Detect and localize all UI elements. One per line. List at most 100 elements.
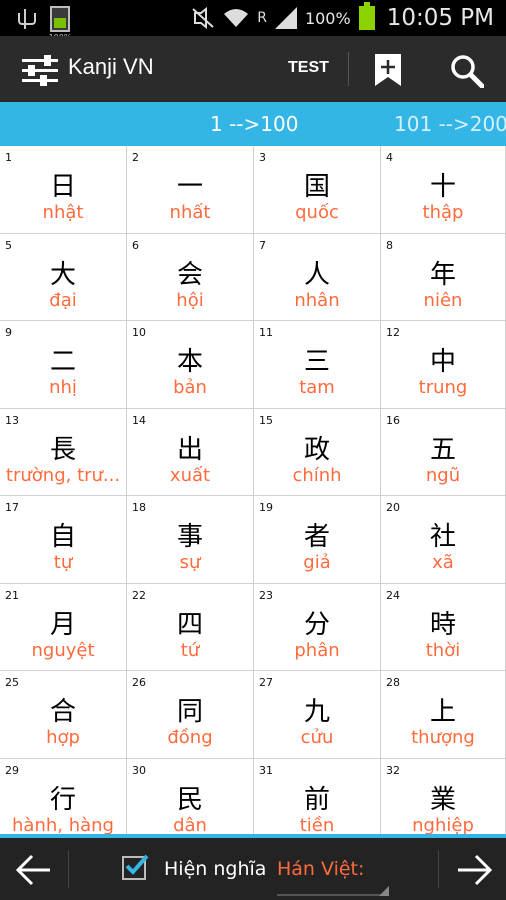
kanji-number: 26 (132, 676, 146, 689)
kanji-number: 9 (5, 326, 12, 339)
kanji-reading: xuất (169, 464, 211, 486)
kanji-character: 行 (49, 784, 76, 815)
kanji-cell[interactable]: 11 三 tam (254, 321, 381, 409)
kanji-reading: chính (292, 464, 342, 486)
kanji-character: 年 (429, 259, 456, 290)
kanji-reading: hội (176, 289, 204, 311)
kanji-character: 上 (429, 697, 456, 727)
kanji-cell[interactable]: 4 十 thập (381, 146, 506, 234)
kanji-character: 合 (49, 697, 76, 727)
kanji-cell[interactable]: 16 五 ngũ (381, 408, 506, 496)
app-title: Kanji VN (68, 54, 154, 79)
tab-1-100[interactable]: 1 -->100 (210, 112, 298, 136)
kanji-cell[interactable]: 15 政 chính (254, 408, 381, 496)
kanji-cell[interactable]: 22 四 tứ (127, 583, 254, 671)
status-bar: 100% R 100% 10:05 PM (0, 0, 506, 42)
kanji-character: 一 (176, 172, 203, 202)
kanji-number: 7 (259, 238, 266, 252)
kanji-character: 会 (176, 259, 203, 290)
kanji-character: 二 (49, 347, 76, 377)
kanji-grid: 1 日 nhật 2 一 nhất 3 国 quốc 4 十 thập 5 大 đại 6 会 hội 7 人 nhân… (0, 146, 506, 834)
kanji-number: 27 (259, 676, 273, 689)
kanji-cell[interactable]: 9 二 nhị (0, 321, 127, 409)
kanji-cell[interactable]: 30 民 dân (127, 758, 254, 834)
next-arrow-icon[interactable] (454, 850, 494, 890)
kanji-cell[interactable]: 27 九 cửu (254, 671, 381, 759)
kanji-cell[interactable]: 19 者 giả (254, 496, 381, 584)
kanji-number: 2 (132, 151, 139, 164)
kanji-character: 十 (429, 172, 456, 202)
kanji-number: 29 (5, 763, 19, 777)
kanji-reading: quốc (295, 202, 339, 223)
kanji-cell[interactable]: 2 一 nhất (127, 146, 254, 234)
kanji-reading: tự (53, 552, 73, 573)
kanji-cell[interactable]: 21 月 nguyệt (0, 583, 127, 671)
kanji-number: 14 (132, 413, 146, 427)
kanji-cell[interactable]: 8 年 niên (381, 233, 506, 321)
kanji-cell[interactable]: 1 日 nhật (0, 146, 127, 234)
bookmark-add-icon[interactable] (374, 53, 402, 87)
kanji-cell[interactable]: 14 出 xuất (127, 408, 254, 496)
kanji-number: 11 (259, 326, 273, 339)
test-button[interactable]: TEST (288, 59, 329, 77)
kanji-cell[interactable]: 31 前 tiền (254, 758, 381, 834)
checkmark-icon (125, 854, 149, 875)
kanji-cell[interactable]: 29 行 hành, hàng (0, 758, 127, 834)
kanji-cell[interactable]: 3 国 quốc (254, 146, 381, 234)
kanji-reading: cửu (300, 727, 334, 748)
kanji-cell[interactable]: 5 大 đại (0, 233, 127, 321)
kanji-reading: thập (422, 202, 464, 223)
kanji-cell[interactable]: 25 合 hợp (0, 671, 127, 759)
spinner-dropdown-icon (379, 886, 389, 896)
kanji-number: 3 (259, 151, 266, 164)
kanji-character: 大 (49, 259, 76, 290)
kanji-cell[interactable]: 26 同 đồng (127, 671, 254, 759)
kanji-reading: tam (299, 377, 335, 398)
range-tab-strip: 1 -->100 101 -->200 (0, 102, 506, 146)
kanji-cell[interactable]: 20 社 xã (381, 496, 506, 584)
kanji-number: 5 (5, 238, 12, 252)
kanji-number: 17 (5, 501, 19, 514)
kanji-cell[interactable]: 18 事 sự (127, 496, 254, 584)
kanji-number: 18 (132, 501, 146, 514)
kanji-reading: trung (418, 377, 468, 398)
kanji-character: 三 (303, 347, 330, 377)
kanji-reading: bản (173, 377, 207, 398)
kanji-number: 24 (386, 588, 400, 602)
action-bar: Kanji VN TEST (0, 36, 506, 102)
kanji-cell[interactable]: 17 自 tự (0, 496, 127, 584)
kanji-reading: thời (425, 639, 461, 661)
kanji-reading: đại (49, 289, 77, 311)
kanji-number: 12 (386, 326, 400, 339)
kanji-cell[interactable]: 23 分 phân (254, 583, 381, 671)
kanji-cell[interactable]: 24 時 thời (381, 583, 506, 671)
previous-arrow-icon[interactable] (14, 850, 54, 890)
show-meaning-checkbox[interactable] (122, 854, 149, 880)
kanji-cell[interactable]: 10 本 bản (127, 321, 254, 409)
kanji-cell[interactable]: 7 人 nhân (254, 233, 381, 321)
tab-101-200[interactable]: 101 -->200 (394, 112, 506, 136)
meaning-type-spinner[interactable]: Hán Việt: (277, 858, 389, 896)
kanji-number: 21 (5, 588, 19, 602)
kanji-number: 22 (132, 588, 146, 602)
kanji-reading: tứ (180, 639, 200, 661)
kanji-cell[interactable]: 28 上 thượng (381, 671, 506, 759)
settings-sliders-icon[interactable] (22, 55, 58, 86)
kanji-reading: niên (423, 289, 463, 311)
wifi-icon (224, 9, 249, 27)
search-icon[interactable] (450, 54, 484, 88)
kanji-character: 業 (429, 784, 456, 815)
kanji-reading: nghiệp (412, 814, 474, 835)
kanji-cell[interactable]: 13 長 trường, trư... (0, 408, 127, 496)
kanji-character: 時 (429, 609, 456, 640)
kanji-cell[interactable]: 32 業 nghiệp (381, 758, 506, 835)
battery-widget-icon: 100% (49, 6, 71, 42)
kanji-cell[interactable]: 12 中 trung (381, 321, 506, 409)
kanji-reading: nhất (169, 202, 211, 223)
action-divider (348, 52, 349, 86)
kanji-number: 23 (259, 588, 273, 602)
kanji-number: 25 (5, 676, 19, 689)
usb-icon (14, 7, 36, 31)
bottom-bar: Hiện nghĩa Hán Việt: (0, 834, 506, 900)
kanji-cell[interactable]: 6 会 hội (127, 233, 254, 321)
